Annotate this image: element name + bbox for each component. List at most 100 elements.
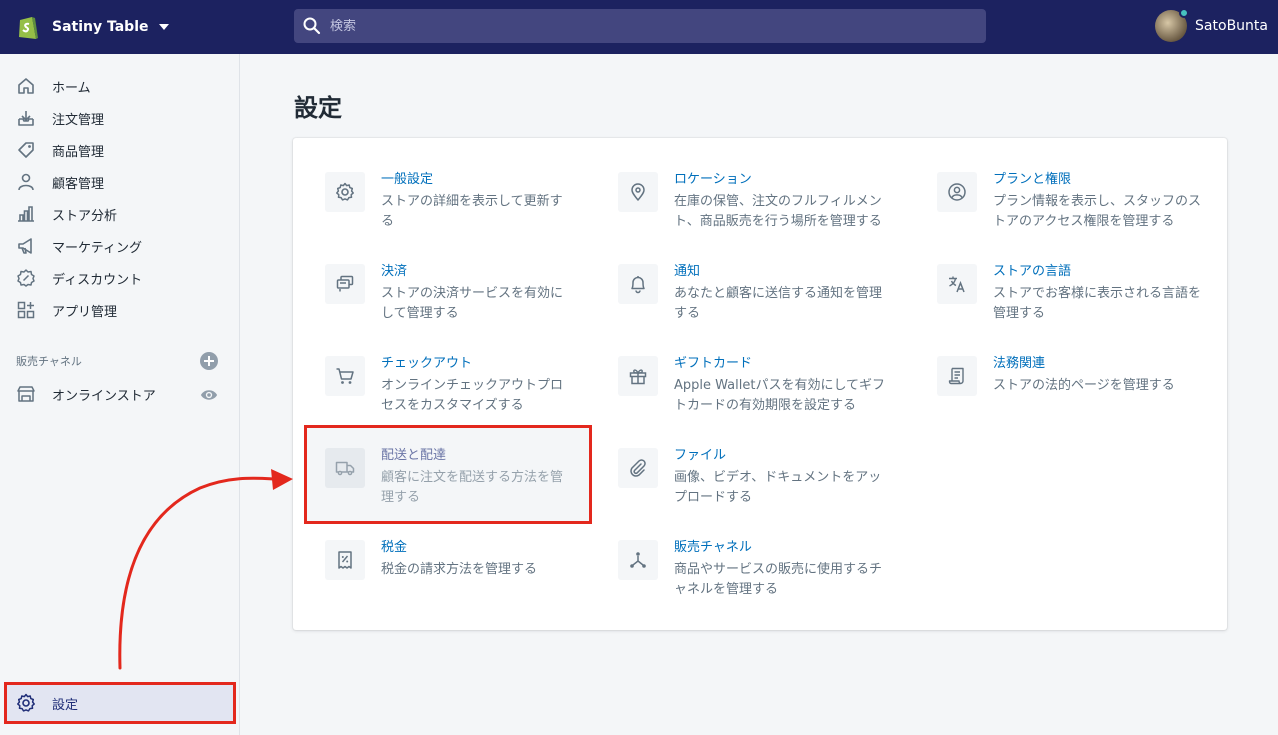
tile-title[interactable]: 通知: [674, 264, 700, 280]
sidebar-item-label: アプリ管理: [52, 304, 118, 320]
truck-icon: [335, 461, 355, 476]
tile-description: ストアの法的ページを管理する: [993, 378, 1175, 393]
settings-tile-languages[interactable]: ストアの言語 ストアでお客様に表示される言語を管理する: [937, 264, 1207, 336]
sidebar-item-label: オンラインストア: [52, 388, 156, 404]
tile-title[interactable]: 決済: [381, 264, 407, 280]
marketing-icon: [18, 238, 32, 254]
user-menu[interactable]: SatoBunta: [1155, 8, 1268, 43]
tile-icon-box: [618, 540, 658, 580]
settings-tile-gift-cards[interactable]: ギフトカード Apple Walletパスを有効にしてギフトカードの有効期限を設…: [618, 356, 888, 428]
settings-tile-taxes[interactable]: 税金 税金の請求方法を管理する: [325, 540, 595, 612]
bell-icon: [631, 276, 645, 294]
sidebar-item-products[interactable]: 商品管理: [0, 134, 240, 166]
tile-icon-box: [325, 540, 365, 580]
sidebar-item-discounts[interactable]: ディスカウント: [0, 262, 240, 294]
tile-description: ストアの決済サービスを有効にして管理する: [381, 286, 564, 321]
tile-icon-box: [937, 264, 977, 304]
page-title: 設定: [294, 94, 342, 122]
tile-icon-box: [325, 448, 365, 488]
add-channel-icon[interactable]: [200, 352, 218, 370]
tile-description: オンラインチェックアウトプロセスをカスタマイズする: [381, 378, 564, 413]
tax-icon: [338, 551, 352, 569]
sidebar-item-label: 顧客管理: [52, 176, 105, 192]
gift-icon: [629, 369, 647, 385]
search-icon: [303, 17, 321, 35]
tile-title[interactable]: ストアの言語: [993, 264, 1071, 280]
tile-description: 在庫の保管、注文のフルフィルメント、商品販売を行う場所を管理する: [674, 194, 882, 229]
chevron-down-icon: [158, 24, 169, 30]
sidebar-item-label: 商品管理: [52, 144, 105, 160]
sidebar: ホーム 注文管理 商品管理 顧客管理 ストア分析 マーケティング ディスカウント…: [0, 54, 240, 735]
top-bar: Satiny Table SatoBunta: [0, 0, 1278, 54]
settings-tile-legal[interactable]: 法務関連 ストアの法的ページを管理する: [937, 356, 1207, 428]
home-icon: [18, 78, 34, 94]
settings-tile-payments[interactable]: 決済 ストアの決済サービスを有効にして管理する: [325, 264, 595, 336]
settings-tile-shipping[interactable]: 配送と配達 顧客に注文を配送する方法を管理する: [325, 448, 595, 520]
sidebar-item-customers[interactable]: 顧客管理: [0, 166, 240, 198]
settings-tile-general[interactable]: 一般設定 ストアの詳細を表示して更新する: [325, 172, 595, 244]
legal-icon: [948, 367, 964, 385]
sidebar-item-apps[interactable]: アプリ管理: [0, 294, 240, 326]
tile-title[interactable]: 配送と配達: [381, 448, 446, 464]
settings-tile-plan[interactable]: プランと権限 プラン情報を表示し、スタッフのストアのアクセス権限を管理する: [937, 172, 1207, 244]
store-icon: [17, 386, 35, 402]
tile-description: ストアの詳細を表示して更新する: [381, 194, 563, 229]
tile-description: 税金の請求方法を管理する: [381, 562, 538, 577]
translate-icon: [949, 276, 965, 293]
customers-icon: [18, 173, 34, 191]
tile-description: プラン情報を表示し、スタッフのストアのアクセス権限を管理する: [993, 194, 1202, 229]
user-name: SatoBunta: [1195, 18, 1268, 34]
tile-title[interactable]: プランと権限: [993, 172, 1071, 188]
tile-title[interactable]: ロケーション: [674, 172, 752, 188]
tile-description: ストアでお客様に表示される言語を管理する: [993, 286, 1202, 321]
eye-icon[interactable]: [200, 386, 218, 404]
orders-icon: [18, 111, 34, 126]
sidebar-item-marketing[interactable]: マーケティング: [0, 230, 240, 262]
settings-tile-files[interactable]: ファイル 画像、ビデオ、ドキュメントをアップロードする: [618, 448, 888, 520]
paperclip-icon: [630, 459, 646, 477]
tile-icon-box: [325, 356, 365, 396]
discount-icon: [17, 269, 35, 287]
tile-description: 顧客に注文を配送する方法を管理する: [381, 470, 564, 505]
analytics-icon: [18, 206, 34, 222]
settings-tile-sales-channels[interactable]: 販売チャネル 商品やサービスの販売に使用するチャネルを管理する: [618, 540, 888, 612]
gear-icon: [336, 182, 354, 201]
sidebar-item-orders[interactable]: 注文管理: [0, 102, 240, 134]
search-bar[interactable]: [294, 9, 986, 43]
sidebar-item-label: ストア分析: [52, 208, 118, 224]
tile-icon-box: [937, 356, 977, 396]
tile-description: 商品やサービスの販売に使用するチャネルを管理する: [674, 562, 883, 597]
location-pin-icon: [631, 183, 645, 201]
tile-title[interactable]: 法務関連: [993, 356, 1045, 372]
sales-channels-heading: 販売チャネル: [16, 355, 82, 368]
tile-title[interactable]: 税金: [381, 540, 407, 556]
tile-title[interactable]: ファイル: [674, 448, 726, 464]
apps-icon: [17, 301, 35, 319]
settings-tile-locations[interactable]: ロケーション 在庫の保管、注文のフルフィルメント、商品販売を行う場所を管理する: [618, 172, 888, 244]
tile-title[interactable]: ギフトカード: [674, 356, 752, 372]
sidebar-item-home[interactable]: ホーム: [0, 70, 240, 102]
tile-icon-box: [325, 172, 365, 212]
settings-tile-checkout[interactable]: チェックアウト オンラインチェックアウトプロセスをカスタマイズする: [325, 356, 595, 428]
tile-description: Apple Walletパスを有効にしてギフトカードの有効期限を設定する: [674, 378, 886, 413]
sidebar-item-label: マーケティング: [52, 240, 142, 256]
tile-title[interactable]: チェックアウト: [381, 356, 472, 372]
shopify-logo-icon: [19, 17, 38, 39]
highlight-box-settings: [4, 682, 236, 724]
tile-title[interactable]: 一般設定: [381, 172, 433, 188]
sidebar-item-label: 注文管理: [52, 112, 105, 128]
tile-icon-box: [937, 172, 977, 212]
store-switcher[interactable]: Satiny Table: [16, 12, 169, 42]
sidebar-item-analytics[interactable]: ストア分析: [0, 198, 240, 230]
tile-title[interactable]: 販売チャネル: [674, 540, 752, 556]
account-icon: [948, 183, 966, 201]
tile-icon-box: [618, 448, 658, 488]
store-name: Satiny Table: [52, 19, 149, 35]
sidebar-item-label: ホーム: [52, 80, 91, 96]
tile-icon-box: [618, 172, 658, 212]
avatar: [1155, 8, 1190, 42]
tile-icon-box: [618, 264, 658, 304]
settings-tile-notifications[interactable]: 通知 あなたと顧客に送信する通知を管理する: [618, 264, 888, 336]
notification-dot: [1179, 8, 1190, 18]
search-input[interactable]: [330, 18, 930, 34]
